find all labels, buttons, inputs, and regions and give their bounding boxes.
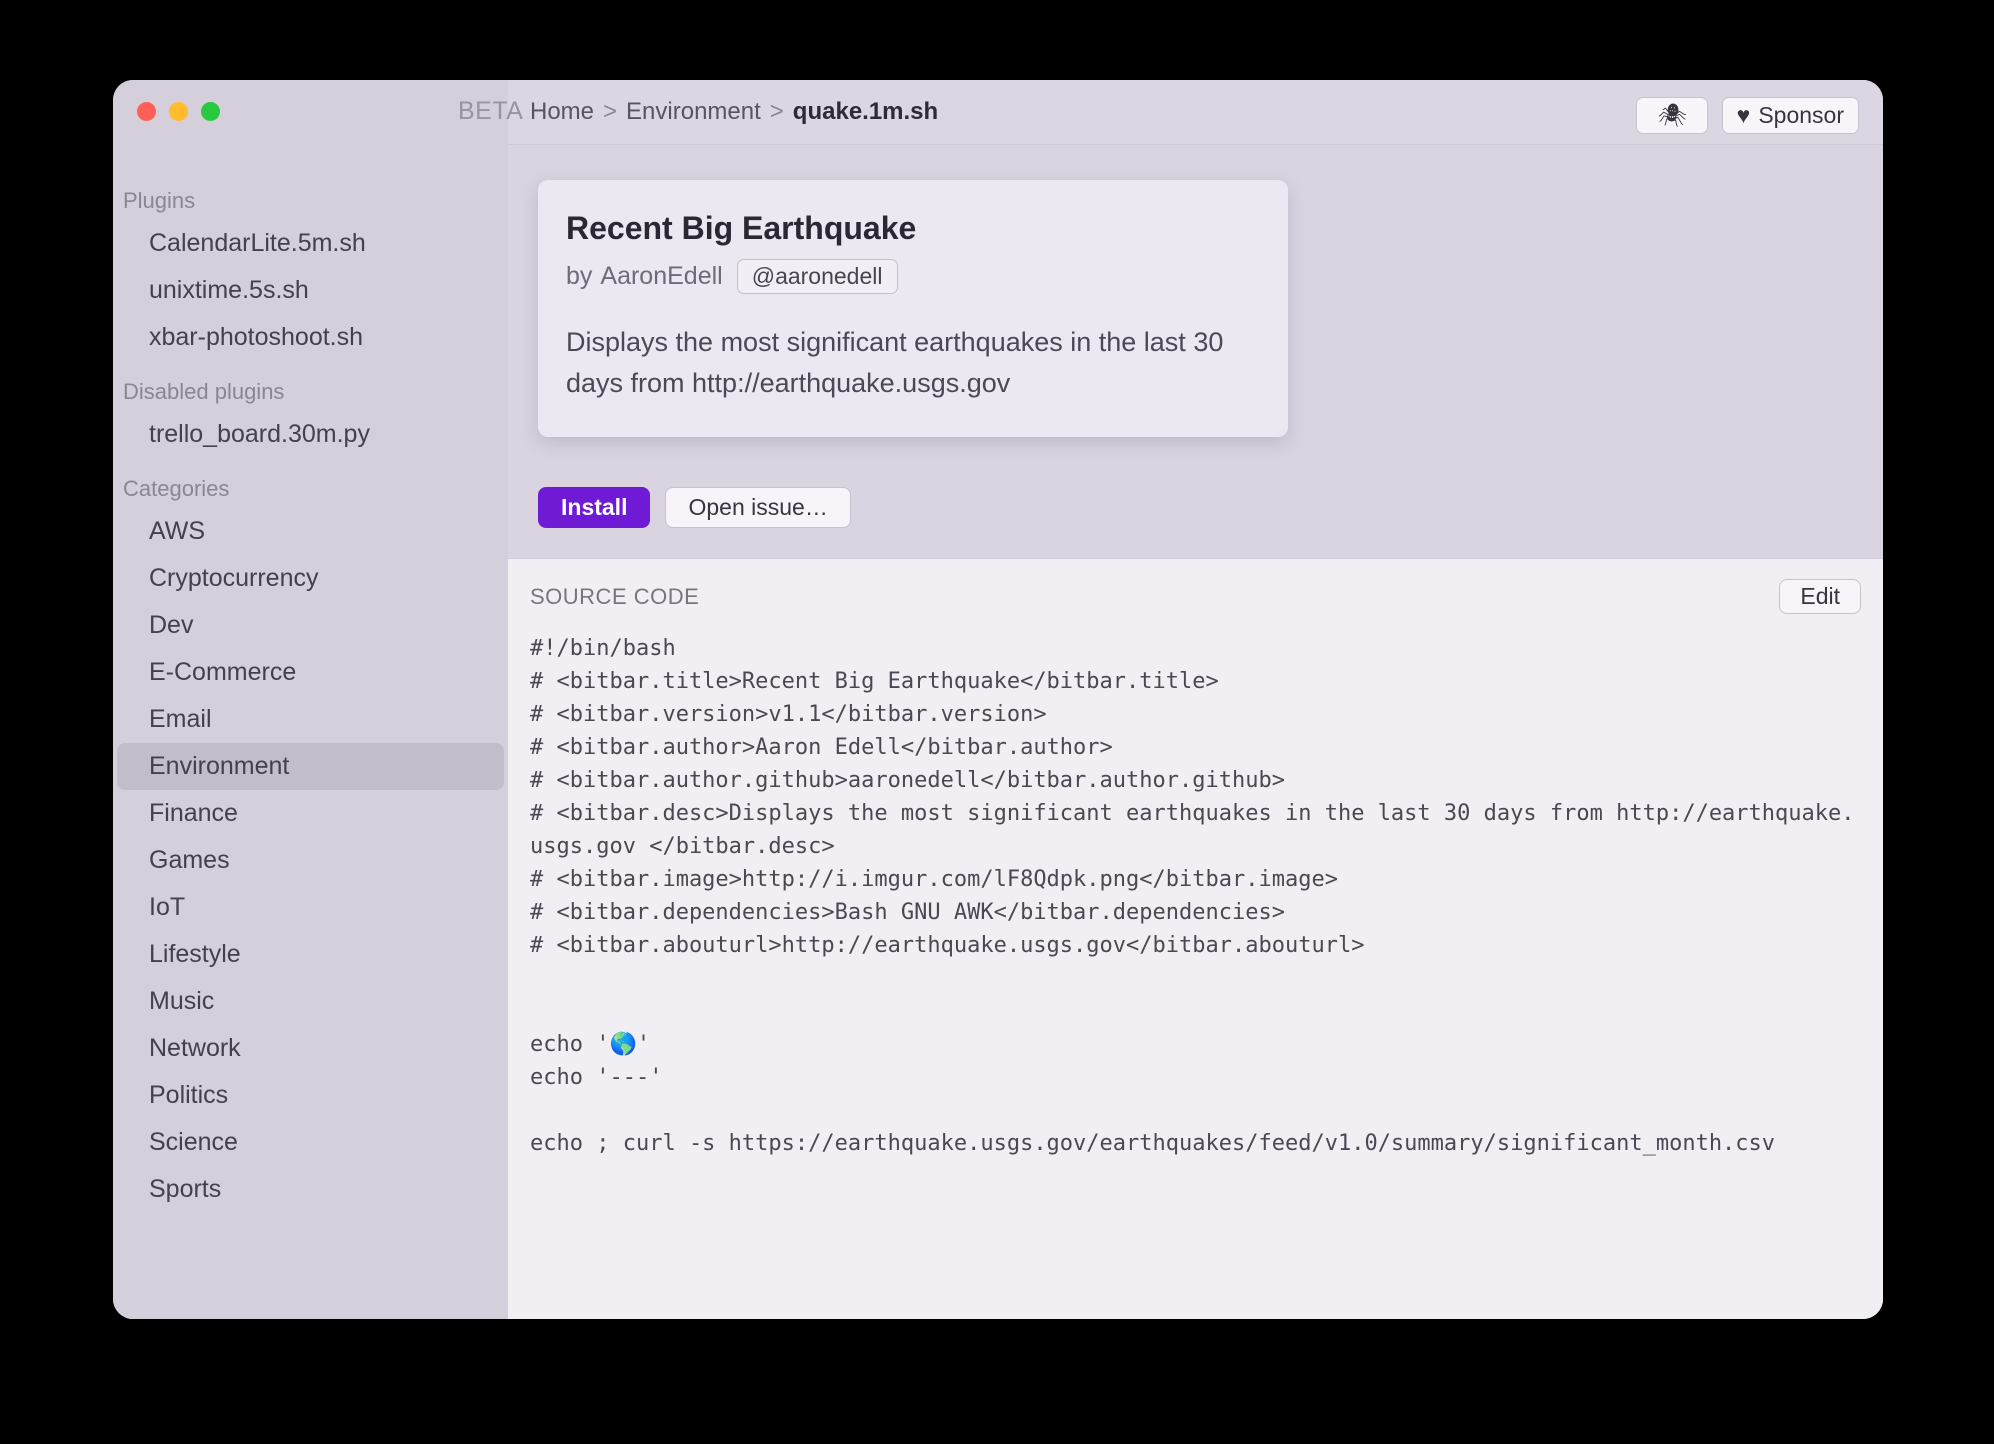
bug-report-button[interactable]: 🕷 <box>1636 97 1707 134</box>
main-pane: Home > Environment > quake.1m.sh Recent … <box>508 80 1883 1319</box>
sidebar-category-iot[interactable]: IoT <box>117 884 504 931</box>
beta-label: BETA <box>458 97 523 126</box>
app-window: BETA 🕷 ♥ Sponsor Plugins CalendarLite.5m… <box>113 80 1883 1319</box>
sidebar-category-finance[interactable]: Finance <box>117 790 504 837</box>
install-button[interactable]: Install <box>538 487 650 528</box>
minimize-window-icon[interactable] <box>169 102 188 121</box>
sidebar-category-e-commerce[interactable]: E-Commerce <box>117 649 504 696</box>
source-pane: SOURCE CODE Edit #!/bin/bash # <bitbar.t… <box>508 558 1883 1319</box>
sidebar-category-games[interactable]: Games <box>117 837 504 884</box>
by-prefix: by <box>566 262 592 291</box>
sidebar-category-environment[interactable]: Environment <box>117 743 504 790</box>
sidebar-section-categories: Categories <box>113 458 508 508</box>
sidebar-plugin-calendarlite-5m-sh[interactable]: CalendarLite.5m.sh <box>117 220 504 267</box>
plugin-title: Recent Big Earthquake <box>566 210 1260 247</box>
sidebar-category-science[interactable]: Science <box>117 1119 504 1166</box>
sidebar-category-sports[interactable]: Sports <box>117 1166 504 1213</box>
source-code-label: SOURCE CODE <box>530 584 699 610</box>
open-issue-button[interactable]: Open issue… <box>665 487 850 528</box>
titlebar-actions: 🕷 ♥ Sponsor <box>1636 97 1859 134</box>
plugin-description: Displays the most significant earthquake… <box>566 322 1260 403</box>
sidebar-category-email[interactable]: Email <box>117 696 504 743</box>
close-window-icon[interactable] <box>137 102 156 121</box>
heart-icon: ♥ <box>1737 102 1751 129</box>
sponsor-label: Sponsor <box>1758 102 1844 129</box>
titlebar: BETA 🕷 ♥ Sponsor <box>113 80 1883 142</box>
spider-icon: 🕷 <box>1657 102 1686 129</box>
sidebar-category-dev[interactable]: Dev <box>117 602 504 649</box>
sidebar-section-disabled: Disabled plugins <box>113 361 508 411</box>
source-code[interactable]: #!/bin/bash # <bitbar.title>Recent Big E… <box>530 632 1861 1160</box>
sidebar-section-plugins: Plugins <box>113 170 508 220</box>
traffic-lights <box>137 102 220 121</box>
sidebar-category-lifestyle[interactable]: Lifestyle <box>117 931 504 978</box>
plugin-detail: Recent Big Earthquake by AaronEdell @aar… <box>508 145 1883 558</box>
edit-button[interactable]: Edit <box>1779 579 1861 614</box>
sidebar-plugin-xbar-photoshoot-sh[interactable]: xbar-photoshoot.sh <box>117 314 504 361</box>
sponsor-button[interactable]: ♥ Sponsor <box>1722 97 1859 134</box>
plugin-actions: Install Open issue… <box>538 487 1853 528</box>
sidebar-plugin-unixtime-5s-sh[interactable]: unixtime.5s.sh <box>117 267 504 314</box>
plugin-author: AaronEdell <box>600 262 722 291</box>
sidebar-category-politics[interactable]: Politics <box>117 1072 504 1119</box>
sidebar-disabled-trello-board-30m-py[interactable]: trello_board.30m.py <box>117 411 504 458</box>
author-handle-chip[interactable]: @aaronedell <box>737 259 898 294</box>
sidebar: Plugins CalendarLite.5m.shunixtime.5s.sh… <box>113 80 508 1319</box>
sidebar-category-cryptocurrency[interactable]: Cryptocurrency <box>117 555 504 602</box>
plugin-byline: by AaronEdell @aaronedell <box>566 259 1260 294</box>
sidebar-category-music[interactable]: Music <box>117 978 504 1025</box>
sidebar-category-network[interactable]: Network <box>117 1025 504 1072</box>
sidebar-category-aws[interactable]: AWS <box>117 508 504 555</box>
zoom-window-icon[interactable] <box>201 102 220 121</box>
plugin-card: Recent Big Earthquake by AaronEdell @aar… <box>538 180 1288 437</box>
source-header: SOURCE CODE Edit <box>530 579 1861 614</box>
